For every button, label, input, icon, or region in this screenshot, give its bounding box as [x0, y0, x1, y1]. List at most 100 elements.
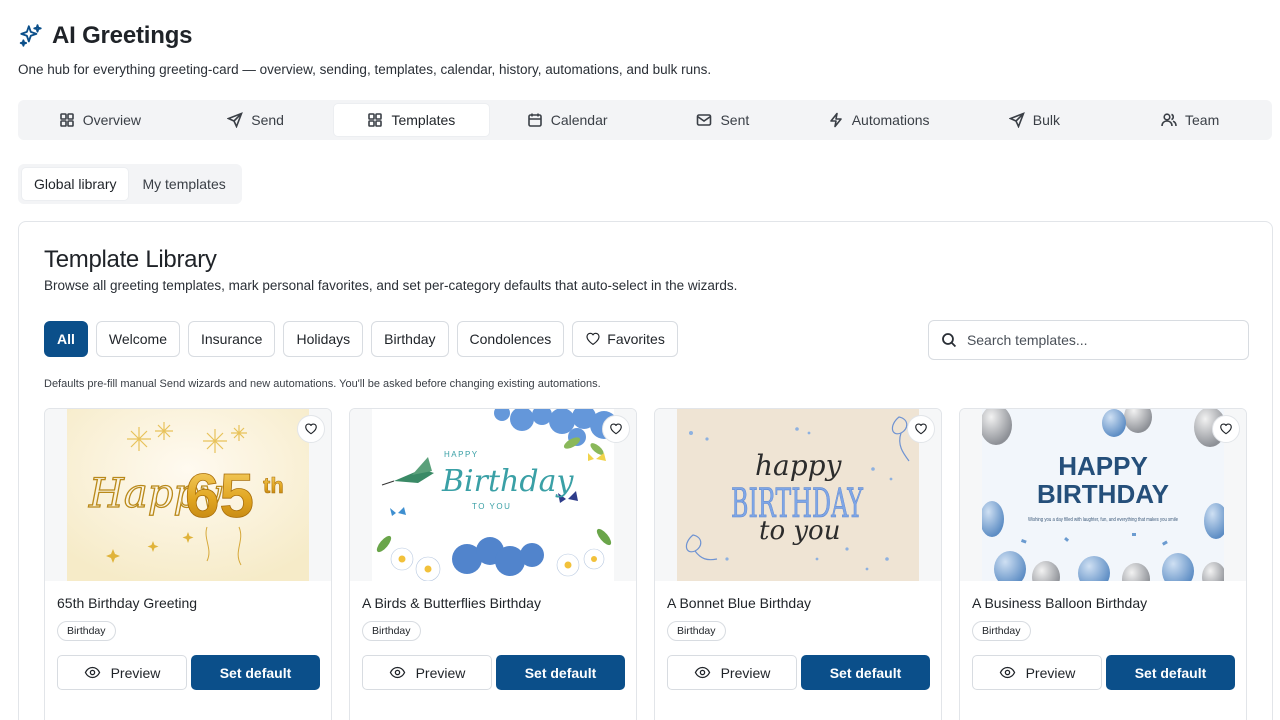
- preview-label: Preview: [720, 664, 771, 681]
- set-default-button[interactable]: Set default: [1106, 655, 1235, 690]
- subtab-my-templates[interactable]: My templates: [130, 168, 237, 200]
- filter-condolences[interactable]: Condolences: [456, 321, 565, 357]
- search-input[interactable]: [966, 332, 1236, 348]
- category-badge: Birthday: [57, 621, 116, 641]
- preview-button[interactable]: Preview: [972, 655, 1102, 690]
- template-title: A Birds & Butterflies Birthday: [362, 595, 541, 611]
- panel-title: Template Library: [44, 246, 217, 273]
- defaults-note: Defaults pre-fill manual Send wizards an…: [44, 378, 601, 390]
- heart-icon: [586, 332, 600, 345]
- filter-favorites[interactable]: Favorites: [572, 321, 678, 357]
- template-grid: Happy 65 th 65th Birthday Greeting Birth…: [44, 408, 1247, 720]
- heart-icon: [610, 423, 622, 435]
- grid-icon: [59, 113, 74, 127]
- tab-label: Send: [251, 112, 284, 128]
- preview-label: Preview: [1025, 664, 1076, 681]
- tab-label: Calendar: [550, 112, 608, 128]
- filter-all[interactable]: All: [44, 321, 88, 357]
- art-text: to you: [759, 516, 840, 546]
- search-icon: [942, 333, 957, 348]
- tab-label: Bulk: [1032, 112, 1060, 128]
- preview-label: Preview: [415, 664, 466, 681]
- template-card: HAPPY Birthday TO YOU A Birds & Butterfl…: [349, 408, 637, 720]
- subtab-global-library[interactable]: Global library: [22, 168, 129, 200]
- tab-send[interactable]: Send: [178, 104, 334, 136]
- card-art-business-balloon: HAPPY BIRTHDAY Wishing you a day filled …: [982, 409, 1224, 581]
- template-thumbnail[interactable]: HAPPY Birthday TO YOU: [372, 409, 614, 581]
- tab-team[interactable]: Team: [1112, 104, 1268, 136]
- tab-overview[interactable]: Overview: [22, 104, 178, 136]
- eye-icon: [999, 666, 1015, 679]
- panel-description: Browse all greeting templates, mark pers…: [44, 278, 738, 293]
- tab-label: Sent: [720, 112, 750, 128]
- art-text: Birthday: [441, 464, 574, 499]
- template-card: happy BIRTHDAY to you A Bonnet Blue Birt…: [654, 408, 942, 720]
- filter-insurance[interactable]: Insurance: [187, 321, 276, 357]
- preview-button[interactable]: Preview: [667, 655, 797, 690]
- favorite-button[interactable]: [1212, 415, 1240, 443]
- filter-favorites-label: Favorites: [607, 331, 665, 347]
- template-title: A Business Balloon Birthday: [972, 595, 1148, 611]
- template-title: 65th Birthday Greeting: [57, 595, 198, 611]
- tab-label: Templates: [391, 112, 456, 128]
- art-text: TO YOU: [472, 502, 511, 511]
- template-thumbnail[interactable]: Happy 65 th: [67, 409, 309, 581]
- template-thumbnail[interactable]: happy BIRTHDAY to you: [677, 409, 919, 581]
- app-subtitle: One hub for everything greeting-card — o…: [18, 62, 712, 77]
- template-search: [928, 320, 1249, 360]
- category-filters: All Welcome Insurance Holidays Birthday …: [44, 321, 678, 357]
- send-icon: [1008, 112, 1025, 128]
- card-art-65th: Happy 65 th: [67, 409, 309, 581]
- set-default-button[interactable]: Set default: [801, 655, 930, 690]
- users-icon: [1161, 113, 1177, 127]
- set-default-button[interactable]: Set default: [496, 655, 625, 690]
- favorite-button[interactable]: [907, 415, 935, 443]
- set-default-button[interactable]: Set default: [191, 655, 320, 690]
- tab-sent[interactable]: Sent: [645, 104, 801, 136]
- filter-birthday[interactable]: Birthday: [371, 321, 449, 357]
- art-text: HAPPY: [1058, 451, 1148, 481]
- bolt-icon: [829, 112, 842, 128]
- app-title: AI Greetings: [52, 22, 193, 49]
- category-badge: Birthday: [667, 621, 726, 641]
- grid-icon: [368, 113, 383, 127]
- tab-templates[interactable]: Templates: [333, 104, 490, 136]
- heart-icon: [915, 423, 927, 435]
- art-text: th: [263, 473, 284, 498]
- preview-button[interactable]: Preview: [57, 655, 187, 690]
- tab-calendar[interactable]: Calendar: [489, 104, 645, 136]
- eye-icon: [694, 666, 710, 679]
- tab-label: Automations: [851, 112, 930, 128]
- template-card: Happy 65 th 65th Birthday Greeting Birth…: [44, 408, 332, 720]
- filter-welcome[interactable]: Welcome: [95, 321, 180, 357]
- preview-button[interactable]: Preview: [362, 655, 492, 690]
- eye-icon: [84, 666, 100, 679]
- tab-automations[interactable]: Automations: [801, 104, 957, 136]
- favorite-button[interactable]: [602, 415, 630, 443]
- art-text: happy: [755, 449, 843, 482]
- template-thumbnail[interactable]: HAPPY BIRTHDAY Wishing you a day filled …: [982, 409, 1224, 581]
- eye-icon: [389, 666, 405, 679]
- card-art-bonnet-blue: happy BIRTHDAY to you: [677, 409, 919, 581]
- mail-icon: [697, 114, 712, 126]
- template-library-panel: Template Library Browse all greeting tem…: [18, 221, 1273, 720]
- tab-label: Overview: [82, 112, 142, 128]
- heart-icon: [305, 423, 317, 435]
- category-badge: Birthday: [362, 621, 421, 641]
- calendar-icon: [527, 113, 542, 127]
- preview-label: Preview: [110, 664, 161, 681]
- app-header: AI Greetings One hub for everything gree…: [18, 22, 711, 77]
- main-tabs: Overview Send Templates Calendar Sent Au…: [18, 100, 1272, 140]
- send-icon: [227, 112, 244, 128]
- heart-icon: [1220, 423, 1232, 435]
- art-text: BIRTHDAY: [1037, 479, 1169, 509]
- art-text: Wishing you a day filled with laughter, …: [1028, 517, 1178, 523]
- template-card: HAPPY BIRTHDAY Wishing you a day filled …: [959, 408, 1247, 720]
- card-art-birds-butterflies: HAPPY Birthday TO YOU: [372, 409, 614, 581]
- tab-bulk[interactable]: Bulk: [957, 104, 1113, 136]
- tab-label: Team: [1185, 112, 1220, 128]
- favorite-button[interactable]: [297, 415, 325, 443]
- art-text: HAPPY: [444, 450, 479, 459]
- art-text: 65: [185, 462, 254, 531]
- filter-holidays[interactable]: Holidays: [283, 321, 364, 357]
